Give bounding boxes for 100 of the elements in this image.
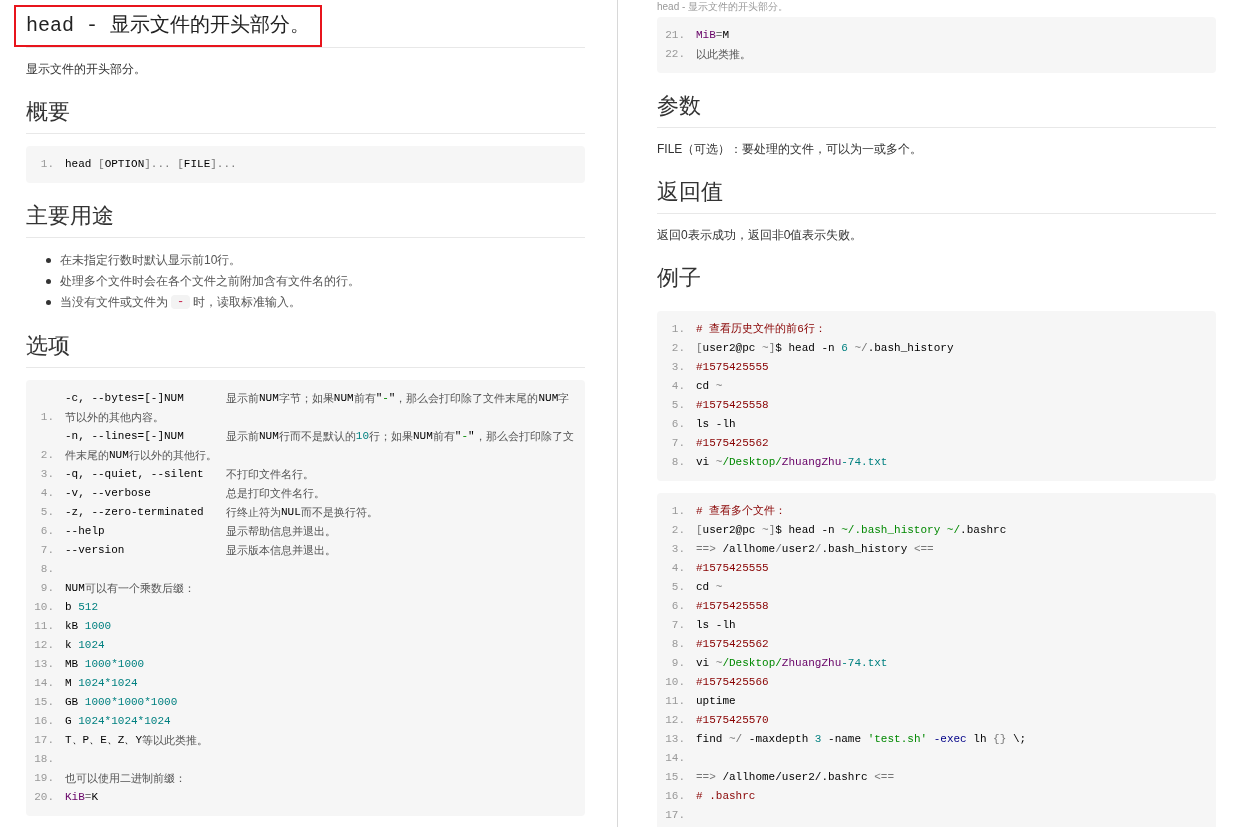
line-number: 15. [33, 695, 54, 710]
code-line: ls -lh [696, 618, 737, 633]
line-number: 16. [33, 714, 54, 729]
code-line: G 1024*1024*1024 [65, 714, 172, 729]
line-number: 17. [664, 808, 685, 823]
line-number: 1. [39, 157, 54, 172]
line-number: 9. [670, 656, 685, 671]
code-line: -c, --bytes=[-]NUM 显示前NUM字节；如果NUM前有"-"，那么会打印除了文件末尾的NUM字节以外的其他内容。 [65, 391, 571, 425]
code-line: ==> /allhome/user2/.bashrc <== [696, 770, 896, 785]
bullet-icon [46, 300, 51, 305]
paragraph: FILE（可选）：要处理的文件，可以为一或多个。 [657, 141, 924, 158]
code-line: #1575425558 [696, 398, 770, 413]
code-line: #1575425562 [696, 436, 770, 451]
line-number: 8. [39, 562, 54, 577]
line-number: 7. [39, 543, 54, 558]
line-number: 14. [33, 676, 54, 691]
line-number: 13. [664, 732, 685, 747]
code-line: MB 1000*1000 [65, 657, 146, 672]
line-number: 3. [670, 360, 685, 375]
code-line: -q, --quiet, --silent 不打印文件名行。 [65, 467, 315, 482]
line-number: 15. [664, 770, 685, 785]
code-line: #1575425555 [696, 360, 770, 375]
line-number: 10. [664, 675, 685, 690]
line-number: 6. [670, 417, 685, 432]
line-number: 4. [670, 561, 685, 576]
code-line: NUM可以有一个乘数后缀： [65, 581, 196, 596]
line-number: 5. [39, 505, 54, 520]
section-heading: 主要用途 [26, 201, 585, 238]
list-item: 当没有文件或文件为 - 时，读取标准输入。 [60, 294, 302, 311]
line-number: 12. [664, 713, 685, 728]
code-line: [user2@pc ~]$ head -n ~/.bash_history ~/.bashrc [696, 523, 1008, 538]
code-line: k 1024 [65, 638, 106, 653]
code-line: # .bashrc [696, 789, 757, 804]
code-line: T、P、E、Z、Y等以此类推。 [65, 733, 209, 748]
list-item: 在未指定行数时默认显示前10行。 [60, 252, 242, 269]
code-line: MiB=M [696, 28, 731, 43]
code-line: -z, --zero-terminated 行终止符为NUL而不是换行符。 [65, 505, 379, 520]
line-number: 16. [664, 789, 685, 804]
code-line: #1575425562 [696, 637, 770, 652]
code-line: #1575425558 [696, 599, 770, 614]
line-number: 9. [39, 581, 54, 596]
code-line: ls -lh [696, 417, 737, 432]
line-number: 6. [670, 599, 685, 614]
code-line: cd ~ [696, 580, 724, 595]
code-line: cd ~ [696, 379, 724, 394]
line-number: 3. [39, 467, 54, 482]
code-line: # 查看历史文件的前6行： [696, 322, 827, 337]
line-number: 12. [33, 638, 54, 653]
code-line: # 查看多个文件： [696, 504, 788, 519]
section-heading: 概要 [26, 97, 585, 134]
line-number: 8. [670, 455, 685, 470]
line-number: 4. [39, 486, 54, 501]
code-line: 也可以使用二进制前缀： [65, 771, 187, 786]
code-line: ==> /allhome/user2/.bash_history <== [696, 542, 935, 557]
line-number: 3. [670, 542, 685, 557]
bullet-icon [46, 258, 51, 263]
code-line: #1575425566 [696, 675, 770, 690]
page-caption: head - 显示文件的开头部分。 [657, 0, 790, 14]
section-heading: 返回值 [657, 177, 1216, 214]
line-number: 21. [664, 28, 685, 43]
line-number: 17. [33, 733, 54, 748]
line-number: 2. [670, 341, 685, 356]
code-line: #1575425570 [696, 713, 770, 728]
code-line: -n, --lines=[-]NUM 显示前NUM行而不是默认的10行；如果NUM前有"-"，那么会打印除了文件末尾的NUM行以外的其他行。 [65, 429, 575, 463]
line-number: 8. [670, 637, 685, 652]
line-number: 14. [664, 751, 685, 766]
code-line: KiB=K [65, 790, 100, 805]
code-line: find ~/ -maxdepth 3 -name 'test.sh' -exec lh {} \; [696, 732, 1028, 747]
code-line: #1575425555 [696, 561, 770, 576]
code-line: vi ~/Desktop/ZhuangZhu-74.txt [696, 455, 889, 470]
line-number: 2. [670, 523, 685, 538]
line-number: 2. [39, 448, 54, 463]
line-number: 18. [33, 752, 54, 767]
bullet-icon [46, 279, 51, 284]
paragraph: 返回0表示成功，返回非0值表示失败。 [657, 227, 864, 244]
line-number: 4. [670, 379, 685, 394]
code-line: --help 显示帮助信息并退出。 [65, 524, 337, 539]
section-heading: 选项 [26, 331, 585, 368]
code-line: 以此类推。 [696, 47, 752, 62]
line-number: 1. [670, 322, 685, 337]
code-line: kB 1000 [65, 619, 113, 634]
line-number: 11. [664, 694, 685, 709]
code-line: -v, --verbose 总是打印文件名行。 [65, 486, 326, 501]
code-line: uptime [696, 694, 737, 709]
code-line: GB 1000*1000*1000 [65, 695, 179, 710]
code-line: [user2@pc ~]$ head -n 6 ~/.bash_history [696, 341, 955, 356]
line-number: 1. [39, 410, 54, 425]
code-line: head [OPTION]... [FILE]... [65, 157, 238, 172]
line-number: 5. [670, 398, 685, 413]
line-number: 20. [33, 790, 54, 805]
line-number: 7. [670, 436, 685, 451]
paragraph: 显示文件的开头部分。 [26, 61, 147, 78]
line-number: 13. [33, 657, 54, 672]
line-number: 22. [664, 47, 685, 62]
line-number: 5. [670, 580, 685, 595]
page-title: head - 显示文件的开头部分。 [14, 5, 322, 47]
line-number: 10. [33, 600, 54, 615]
list-item: 处理多个文件时会在各个文件之前附加含有文件名的行。 [60, 273, 360, 290]
line-number: 1. [670, 504, 685, 519]
line-number: 19. [33, 771, 54, 786]
